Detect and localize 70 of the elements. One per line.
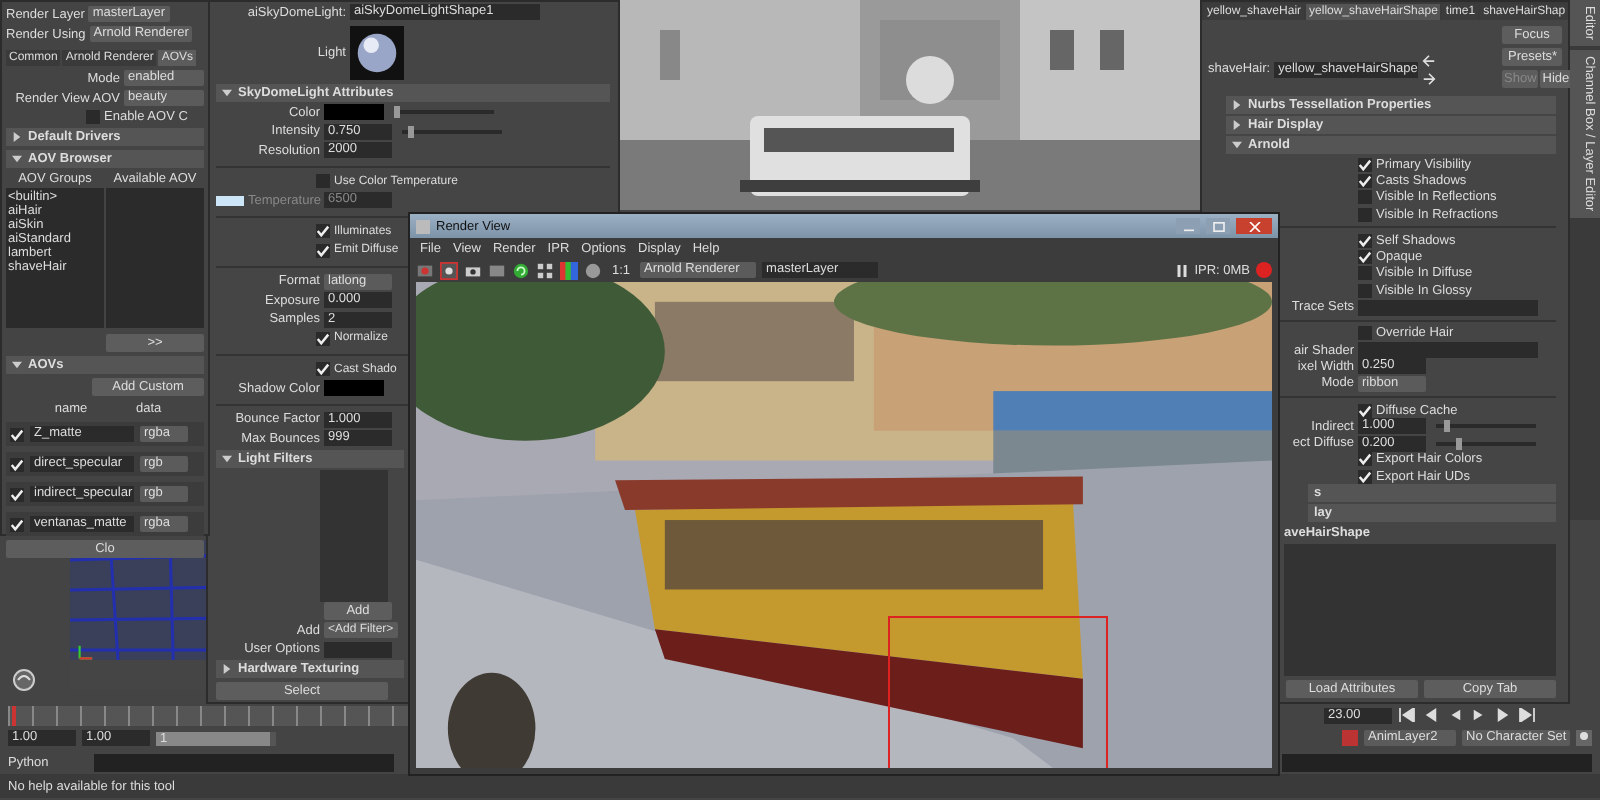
camera-icon[interactable] [464, 261, 482, 279]
text-field[interactable] [1358, 299, 1538, 316]
checkbox[interactable] [316, 243, 330, 258]
checkbox[interactable] [1358, 283, 1372, 298]
checkbox[interactable] [1358, 250, 1372, 265]
expanded-arrow-icon[interactable] [222, 453, 232, 463]
step-back-icon[interactable] [1422, 708, 1440, 722]
close-icon [1247, 221, 1261, 231]
checkbox[interactable] [1358, 157, 1372, 172]
skip-end-icon[interactable] [1518, 708, 1536, 722]
sphere-icon[interactable] [12, 668, 36, 692]
slider-thumb[interactable] [394, 106, 400, 119]
collapsed-arrow-icon[interactable] [1232, 100, 1242, 110]
checkbox[interactable] [1358, 173, 1372, 188]
text-field[interactable] [1358, 342, 1538, 359]
slider-thumb[interactable] [1444, 420, 1450, 433]
step-fwd-icon[interactable] [1494, 708, 1512, 722]
expanded-arrow-icon[interactable] [12, 154, 22, 164]
input-arrow-icon[interactable] [1422, 53, 1437, 67]
text-field[interactable] [324, 641, 392, 658]
axis-icon [76, 644, 94, 662]
render-icon[interactable] [416, 261, 434, 279]
window-icon [416, 219, 430, 233]
checkbox[interactable] [1358, 266, 1372, 281]
color-swatch [216, 195, 244, 206]
checkbox[interactable] [316, 362, 330, 377]
expanded-arrow-icon[interactable] [12, 360, 22, 370]
slider-thumb[interactable] [407, 125, 413, 138]
checkbox[interactable] [10, 427, 24, 441]
rgb-channels-icon[interactable] [560, 261, 578, 279]
refresh-icon[interactable] [512, 261, 530, 279]
render-region-marquee[interactable] [888, 616, 1108, 768]
checkbox[interactable] [1358, 469, 1372, 484]
color-swatch[interactable] [324, 104, 384, 121]
play-back-icon[interactable] [1446, 708, 1464, 722]
checkbox[interactable] [1358, 190, 1372, 205]
color-swatch[interactable] [324, 380, 384, 397]
checkbox[interactable] [1358, 326, 1372, 341]
expanded-arrow-icon[interactable] [222, 88, 232, 98]
checkbox[interactable] [316, 331, 330, 346]
output-arrow-icon[interactable] [1422, 71, 1437, 85]
slider-thumb[interactable] [1456, 437, 1462, 450]
collapsed-arrow-icon[interactable] [12, 132, 22, 142]
checkbox[interactable] [86, 110, 100, 124]
maximize-icon [1211, 221, 1225, 231]
skip-start-icon[interactable] [1398, 708, 1416, 722]
play-icon[interactable] [1470, 708, 1488, 722]
checkbox[interactable] [10, 517, 24, 531]
checkbox[interactable] [316, 174, 330, 189]
sphere-swatch-icon [350, 25, 404, 79]
checkbox[interactable] [316, 224, 330, 239]
list-box [320, 469, 388, 601]
grid-icon[interactable] [536, 261, 554, 279]
checkbox[interactable] [1358, 403, 1372, 417]
collapsed-arrow-icon[interactable] [1232, 120, 1242, 130]
checkbox[interactable] [10, 487, 24, 501]
checkbox[interactable] [1358, 207, 1372, 222]
sphere-icon[interactable] [584, 261, 602, 279]
checkbox[interactable] [1358, 452, 1372, 467]
region-render-icon[interactable] [440, 261, 458, 279]
time-slider[interactable] [8, 705, 408, 725]
checkbox[interactable] [10, 457, 24, 471]
character-icon[interactable] [1576, 730, 1592, 746]
pause-icon[interactable] [1176, 263, 1189, 277]
collapsed-arrow-icon[interactable] [222, 664, 232, 674]
close-button[interactable] [1236, 218, 1272, 234]
time-marker[interactable] [12, 705, 16, 725]
command-field[interactable] [94, 753, 394, 771]
expanded-arrow-icon[interactable] [1232, 140, 1242, 150]
checkbox[interactable] [1358, 233, 1372, 248]
